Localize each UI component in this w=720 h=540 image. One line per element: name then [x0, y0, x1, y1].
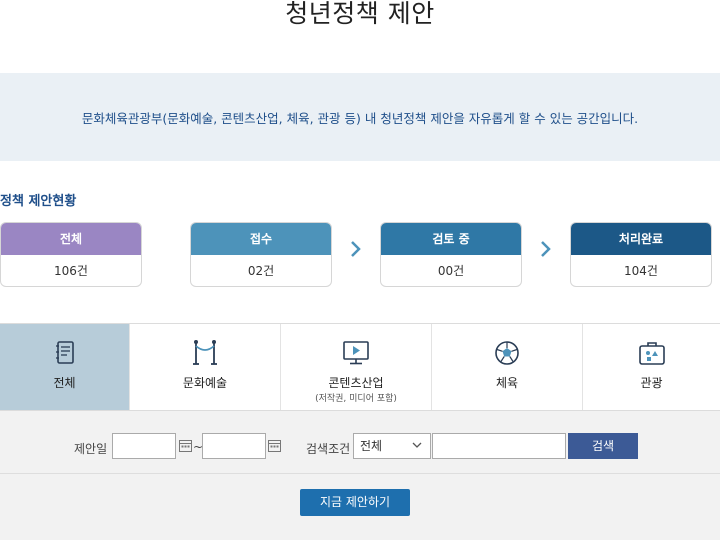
propose-now-button[interactable]: 지금 제안하기: [300, 489, 410, 516]
search-panel: 제안일 ~ 검색조건 전체 검색 지금 제안하기: [0, 411, 720, 540]
soccer-ball-icon: [495, 341, 519, 365]
intro-text: 문화체육관광부(문화예술, 콘텐츠산업, 체육, 관광 등) 내 청년정책 제안…: [81, 111, 639, 126]
stanchion-icon: [193, 340, 217, 365]
status-card-received: 접수 02건: [190, 222, 332, 287]
date-label: 제안일: [74, 442, 108, 456]
condition-select-value: 전체: [360, 439, 383, 453]
tab-sublabel: (저작권, 미디어 포함): [315, 394, 397, 404]
tab-content-industry[interactable]: 콘텐츠산업 (저작권, 미디어 포함): [281, 324, 432, 410]
divider: [0, 473, 720, 474]
tab-label: 전체: [53, 376, 76, 390]
status-card-reviewing: 검토 중 00건: [380, 222, 522, 287]
search-input[interactable]: [432, 433, 566, 459]
chevron-right-icon: [541, 241, 551, 257]
notebook-icon: [55, 341, 74, 364]
start-date-input[interactable]: [112, 433, 176, 459]
status-card-label: 접수: [191, 223, 331, 255]
tab-label: 문화예술: [182, 376, 228, 390]
status-card-total: 전체 106건: [0, 222, 142, 287]
status-card-label: 전체: [1, 223, 141, 255]
calendar-icon[interactable]: [268, 439, 281, 452]
intro-banner: 문화체육관광부(문화예술, 콘텐츠산업, 체육, 관광 등) 내 청년정책 제안…: [0, 73, 720, 161]
tab-label: 콘텐츠산업: [328, 376, 384, 390]
end-date-input[interactable]: [202, 433, 266, 459]
tab-all[interactable]: 전체: [0, 324, 130, 410]
status-card-label: 처리완료: [571, 223, 711, 255]
condition-select[interactable]: 전체: [353, 433, 431, 459]
calendar-icon[interactable]: [179, 439, 192, 452]
status-heading: 정책 제안현황: [0, 194, 77, 209]
category-tabs: 전체 문화예술 콘텐츠산업 (저작권, 미디어 포함) 체육 관광: [0, 323, 720, 411]
tab-culture-arts[interactable]: 문화예술: [130, 324, 281, 410]
tab-tourism[interactable]: 관광: [583, 324, 720, 410]
tab-label: 체육: [495, 376, 519, 390]
condition-label: 검색조건: [306, 442, 351, 456]
suitcase-icon: [638, 342, 665, 365]
chevron-down-icon: [412, 442, 422, 448]
status-card-value: 104건: [624, 264, 658, 278]
status-card-value: 02건: [247, 264, 275, 278]
chevron-right-icon: [351, 241, 361, 257]
status-card-value: 106건: [54, 264, 88, 278]
status-card-value: 00건: [437, 264, 465, 278]
tab-label: 관광: [640, 376, 663, 390]
page-title: 청년정책 제안: [285, 0, 435, 28]
tab-sports[interactable]: 체육: [432, 324, 583, 410]
monitor-play-icon: [343, 341, 369, 365]
status-card-label: 검토 중: [381, 223, 521, 255]
status-card-completed: 처리완료 104건: [570, 222, 712, 287]
search-button[interactable]: 검색: [568, 433, 638, 459]
